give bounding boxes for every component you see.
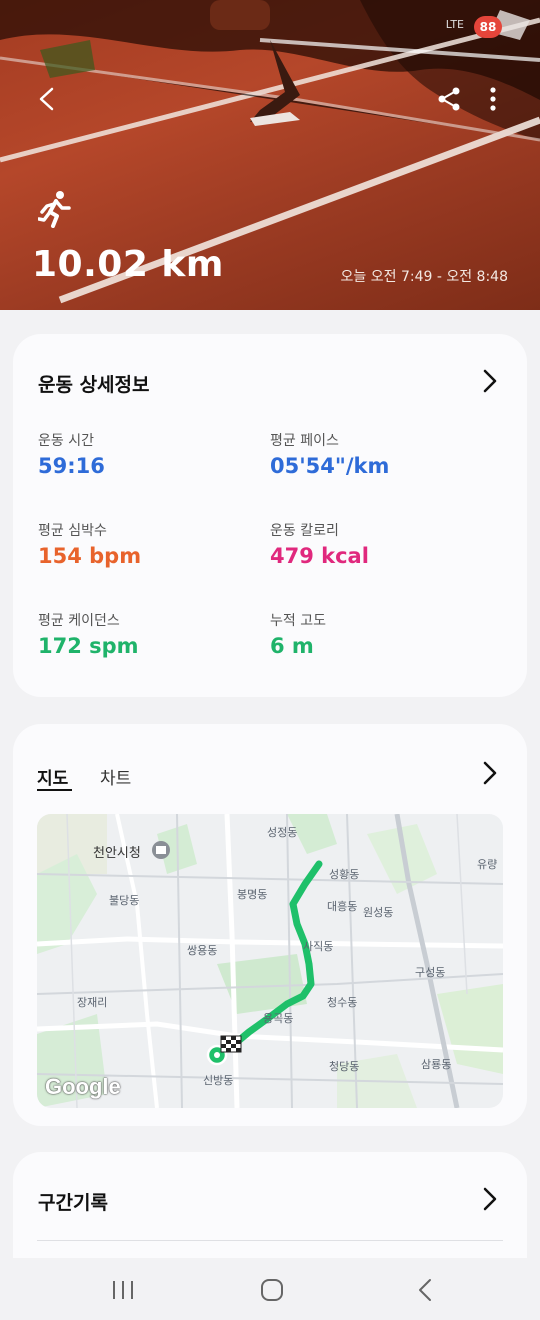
map-label: 청수동	[327, 996, 358, 1009]
map-label: 삼룡동	[421, 1058, 452, 1071]
map-label: 성황동	[329, 868, 360, 881]
map-label: 장재리	[77, 996, 108, 1009]
more-vertical-icon	[490, 87, 496, 111]
divider	[37, 1240, 503, 1241]
running-icon	[38, 191, 71, 228]
hero-banner: LTE 88 10.02 km 오늘 오전 7:49 - 오전 8:48	[0, 0, 540, 310]
map-label: 원성동	[363, 906, 394, 919]
elevation-gain-value: 6 m	[270, 634, 314, 658]
map-label: 봉명동	[237, 888, 268, 901]
status-bar: LTE 88	[0, 14, 540, 40]
chevron-right-icon[interactable]	[479, 368, 501, 394]
map-label: 유량	[477, 858, 498, 871]
back-button[interactable]	[32, 84, 62, 114]
calories-value: 479 kcal	[270, 544, 369, 568]
share-button[interactable]	[434, 84, 464, 114]
battery-indicator: 88	[474, 16, 502, 38]
duration-value: 59:16	[38, 454, 105, 478]
system-navigation-bar	[0, 1258, 540, 1320]
calories-label: 운동 칼로리	[270, 523, 339, 539]
chevron-right-icon[interactable]	[479, 1186, 501, 1212]
map-label: 용곡동	[263, 1012, 294, 1025]
recent-apps-icon[interactable]	[108, 1276, 138, 1304]
workout-details-card[interactable]: 운동 상세정보 운동 시간 59:16 평균 페이스 05'54"/km 평균 …	[13, 334, 527, 697]
map-label: 대흥동	[327, 900, 358, 913]
more-options-button[interactable]	[478, 84, 508, 114]
map-label-city-hall: 천안시청	[93, 846, 141, 861]
map-card: 지도 차트 천안시청 성정동 성황동 유량 불당동 봉명동 대흥동 원성동 쌍용…	[13, 724, 527, 1126]
tab-chart[interactable]: 차트	[100, 764, 131, 789]
google-attribution: Google	[45, 1074, 121, 1099]
avg-heart-rate-value: 154 bpm	[38, 544, 142, 568]
duration-label: 운동 시간	[38, 433, 94, 449]
map-label: 청당동	[329, 1060, 360, 1073]
splits-title: 구간기록	[38, 1192, 108, 1214]
active-tab-indicator	[37, 789, 72, 791]
home-icon[interactable]	[257, 1276, 287, 1304]
tab-map[interactable]: 지도	[37, 764, 68, 789]
avg-cadence-label: 평균 케이던스	[38, 613, 120, 629]
map-label: 불당동	[109, 894, 140, 907]
map-label: 사직동	[303, 940, 334, 953]
map-label: 성정동	[267, 826, 298, 839]
network-indicator: LTE	[445, 18, 464, 31]
share-icon	[438, 87, 460, 111]
avg-pace-value: 05'54"/km	[270, 454, 390, 478]
chevron-right-icon[interactable]	[479, 760, 501, 786]
map-label: 구성동	[415, 966, 446, 979]
avg-pace-label: 평균 페이스	[270, 433, 339, 449]
map-label: 쌍용동	[187, 944, 218, 957]
map-label: 신방동	[203, 1074, 234, 1087]
back-nav-icon[interactable]	[410, 1276, 440, 1304]
total-distance: 10.02 km	[32, 244, 224, 285]
chevron-left-icon	[39, 87, 54, 111]
workout-details-title: 운동 상세정보	[38, 374, 150, 396]
avg-heart-rate-label: 평균 심박수	[38, 523, 107, 539]
elevation-gain-label: 누적 고도	[270, 613, 326, 629]
route-map[interactable]: 천안시청 성정동 성황동 유량 불당동 봉명동 대흥동 원성동 쌍용동 사직동 …	[37, 814, 503, 1108]
workout-time-range: 오늘 오전 7:49 - 오전 8:48	[340, 269, 508, 285]
avg-cadence-value: 172 spm	[38, 634, 139, 658]
